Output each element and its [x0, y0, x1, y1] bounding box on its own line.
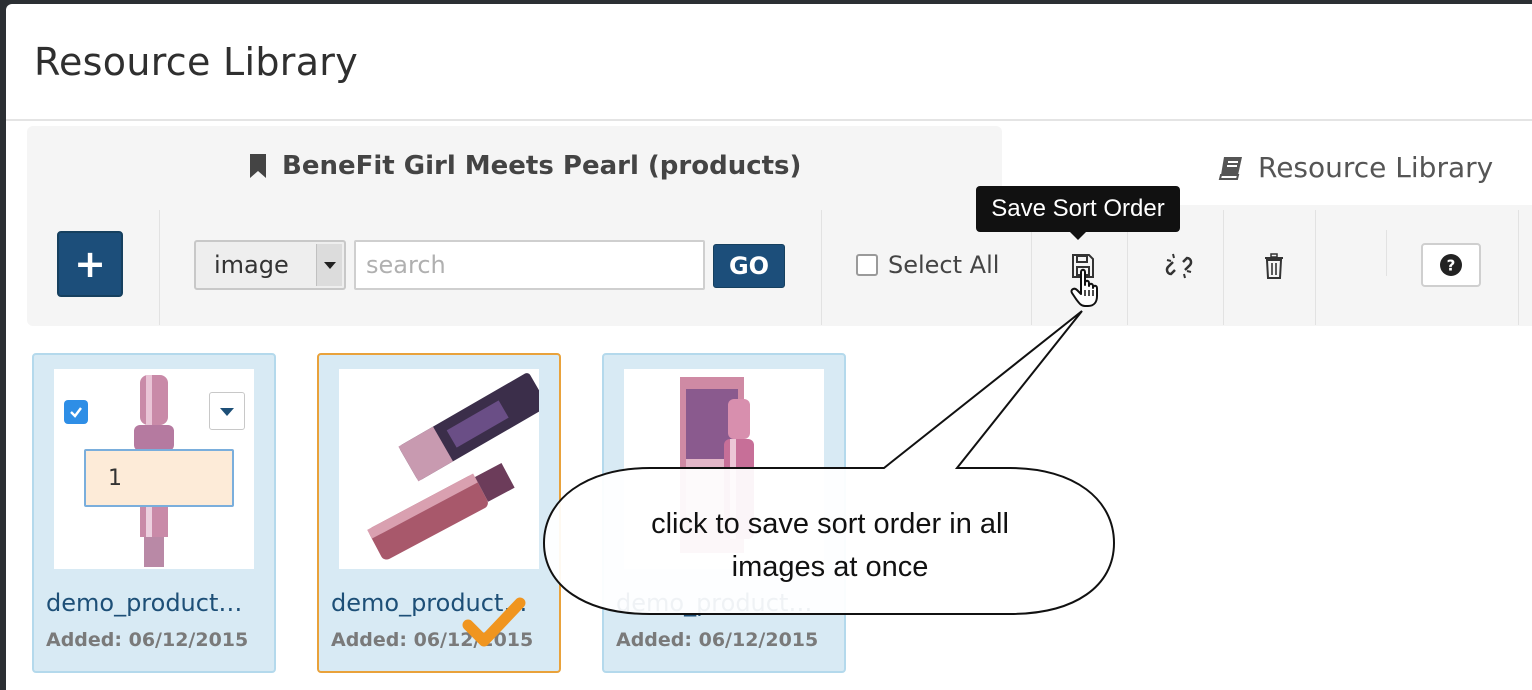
- card-name[interactable]: demo_product…: [46, 589, 242, 617]
- select-all-checkbox[interactable]: Select All: [856, 251, 999, 279]
- resource-type-select[interactable]: image: [194, 240, 346, 290]
- sort-order-input[interactable]: [84, 449, 234, 507]
- collection-title-text: BeneFit Girl Meets Pearl (products): [282, 151, 802, 181]
- checkmark-icon: [70, 407, 82, 418]
- resource-library-link-label: Resource Library: [1258, 151, 1494, 184]
- bookmark-icon: [250, 154, 266, 178]
- question-circle-icon: ?: [1440, 254, 1462, 276]
- save-sort-order-tooltip: Save Sort Order: [976, 186, 1180, 240]
- hand-pointer-icon: [1070, 268, 1098, 307]
- modal-title: Resource Library: [34, 40, 359, 84]
- toolbar-divider: [821, 210, 822, 325]
- callout-text: click to save sort order in all images a…: [560, 503, 1100, 589]
- go-button[interactable]: GO: [713, 244, 785, 288]
- checkmark-icon: [462, 597, 526, 647]
- unlink-icon[interactable]: [1164, 251, 1194, 281]
- add-resource-button[interactable]: +: [57, 231, 123, 297]
- card-menu-dropdown[interactable]: [209, 392, 245, 430]
- toolbar-divider: [1223, 210, 1224, 325]
- chevron-down-icon: [316, 244, 342, 286]
- checkbox-icon[interactable]: [856, 254, 878, 276]
- toolbar-divider: [1518, 210, 1519, 325]
- toolbar-divider: [159, 210, 160, 325]
- svg-text:?: ?: [1447, 257, 1456, 275]
- select-all-label: Select All: [888, 251, 1000, 279]
- card-name[interactable]: demo_product…: [616, 589, 812, 617]
- resource-type-value: image: [214, 251, 289, 279]
- callout-line: click to save sort order in all: [651, 508, 1009, 540]
- product-thumbnail[interactable]: [339, 369, 539, 569]
- toolbar-divider: [1315, 210, 1316, 325]
- resource-library-link[interactable]: Resource Library: [1218, 151, 1493, 184]
- title-divider: [6, 119, 1532, 121]
- help-button[interactable]: ?: [1421, 243, 1481, 287]
- card-checkbox[interactable]: [64, 400, 88, 424]
- book-icon: [1218, 156, 1242, 180]
- toolbar-divider: [1386, 230, 1387, 276]
- trash-icon[interactable]: [1262, 253, 1286, 279]
- card-date: Added: 06/12/2015: [616, 629, 819, 651]
- search-input[interactable]: [354, 240, 705, 290]
- plus-icon: +: [74, 242, 106, 286]
- product-image: [339, 369, 539, 569]
- callout-line: images at once: [731, 551, 929, 583]
- card-date: Added: 06/12/2015: [46, 629, 249, 651]
- collection-title: BeneFit Girl Meets Pearl (products): [248, 151, 801, 181]
- resource-card[interactable]: demo_product… Added: 06/12/2015: [32, 353, 276, 673]
